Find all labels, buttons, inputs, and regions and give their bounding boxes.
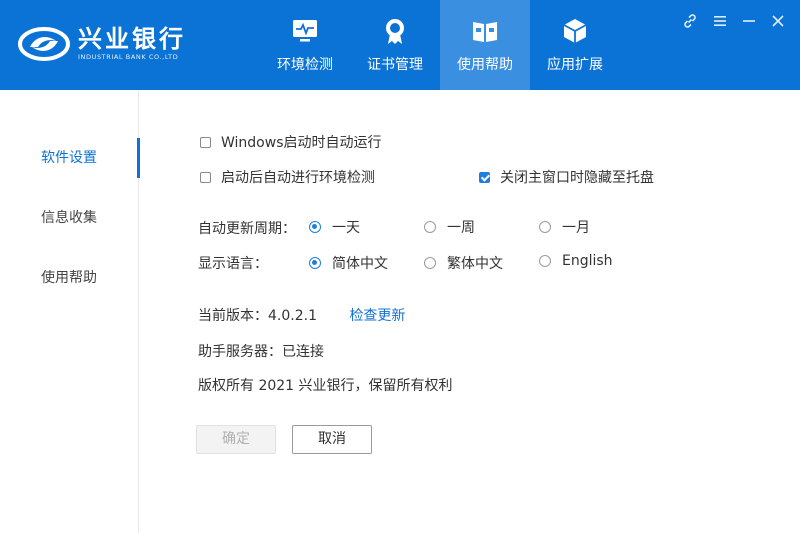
close-icon[interactable]: [767, 10, 789, 32]
version-value: 4.0.2.1: [268, 308, 317, 324]
logo-en-text: INDUSTRIAL BANK CO.,LTD: [78, 53, 179, 61]
radio-dot[interactable]: [539, 255, 551, 267]
checkbox-label: Windows启动时自动运行: [221, 135, 382, 151]
tab-label: 环境检测: [277, 57, 333, 73]
radio-update-day[interactable]: 一天: [309, 217, 360, 237]
radio-dot[interactable]: [309, 257, 321, 269]
radio-dot[interactable]: [424, 221, 436, 233]
monitor-icon: [293, 20, 317, 42]
settings-panel: Windows启动时自动运行 启动后自动进行环境检测 关闭主窗口时隐藏至托盘 自…: [139, 90, 800, 533]
check-update-link[interactable]: 检查更新: [349, 308, 405, 324]
sidebar-item-info-collection[interactable]: 信息收集: [0, 198, 138, 238]
checkbox-box[interactable]: [479, 171, 490, 183]
server-status: 助手服务器：已连接: [198, 344, 324, 360]
tab-app-extensions[interactable]: 应用扩展: [530, 0, 620, 90]
tab-environment-check[interactable]: 环境检测: [260, 0, 350, 90]
link-icon[interactable]: [679, 10, 701, 32]
radio-label: English: [562, 253, 613, 269]
autocheck-checkbox[interactable]: 启动后自动进行环境检测: [200, 167, 375, 187]
checkbox-label: 关闭主窗口时隐藏至托盘: [500, 170, 654, 186]
update-period-label: 自动更新周期：: [198, 221, 296, 237]
sidebar-item-software-settings[interactable]: 软件设置: [0, 138, 138, 178]
tab-label: 应用扩展: [547, 57, 603, 73]
radio-label: 繁体中文: [447, 256, 503, 272]
radio-label: 一月: [562, 220, 590, 236]
bank-logo-icon: [18, 27, 70, 61]
settings-sidebar: 软件设置 信息收集 使用帮助: [0, 90, 140, 533]
book-icon: [473, 22, 497, 42]
tab-certificate-management[interactable]: 证书管理: [350, 0, 440, 90]
radio-update-month[interactable]: 一月: [539, 217, 590, 237]
checkbox-box[interactable]: [200, 171, 211, 183]
hide-to-tray-checkbox[interactable]: 关闭主窗口时隐藏至托盘: [479, 167, 654, 187]
bank-logo: 兴业银行 INDUSTRIAL BANK CO.,LTD: [18, 22, 186, 66]
language-label: 显示语言：: [198, 256, 268, 272]
logo-cn-text: 兴业银行: [78, 24, 186, 53]
minimize-icon[interactable]: [738, 10, 760, 32]
cube-icon: [563, 19, 587, 43]
radio-lang-simplified[interactable]: 简体中文: [309, 253, 388, 273]
radio-dot[interactable]: [539, 221, 551, 233]
radio-label: 一周: [447, 220, 475, 236]
tab-label: 证书管理: [367, 57, 423, 73]
radio-dot[interactable]: [424, 257, 436, 269]
checkbox-label: 启动后自动进行环境检测: [221, 170, 375, 186]
radio-label: 简体中文: [332, 256, 388, 272]
title-bar: 兴业银行 INDUSTRIAL BANK CO.,LTD 环境检测 证书管理 使…: [0, 0, 800, 90]
radio-dot[interactable]: [309, 221, 321, 233]
radio-lang-english[interactable]: English: [539, 253, 613, 269]
autostart-checkbox[interactable]: Windows启动时自动运行: [200, 132, 382, 152]
version-label: 当前版本：: [198, 308, 268, 324]
radio-update-week[interactable]: 一周: [424, 217, 475, 237]
radio-label: 一天: [332, 220, 360, 236]
version-row: 当前版本：4.0.2.1 检查更新: [198, 305, 405, 325]
menu-icon[interactable]: [709, 10, 731, 32]
certificate-icon: [386, 19, 404, 44]
radio-lang-traditional[interactable]: 繁体中文: [424, 253, 503, 273]
checkbox-box[interactable]: [200, 136, 211, 148]
ok-button[interactable]: 确定: [196, 425, 276, 454]
tab-usage-help[interactable]: 使用帮助: [440, 0, 530, 90]
sidebar-item-usage-help[interactable]: 使用帮助: [0, 258, 138, 298]
tab-label: 使用帮助: [457, 57, 513, 73]
copyright-text: 版权所有 2021 兴业银行，保留所有权利: [198, 378, 453, 394]
cancel-button[interactable]: 取消: [292, 425, 372, 454]
